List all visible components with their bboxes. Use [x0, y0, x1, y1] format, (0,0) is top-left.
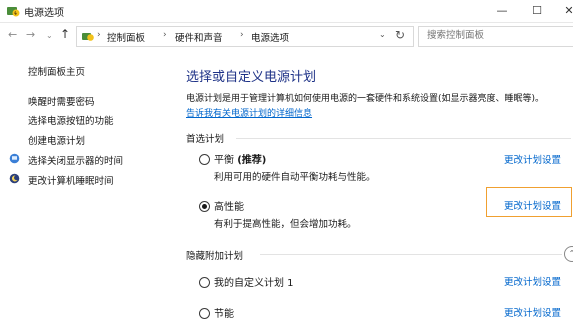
learn-more-link[interactable]: 告诉我有关电源计划的详细信息: [186, 106, 312, 119]
up-icon[interactable]: ↑: [60, 27, 70, 41]
plan-balanced-description: 利用可用的硬件自动平衡功耗与性能。: [214, 172, 376, 183]
sidebar-item-sleep-time[interactable]: 更改计算机睡眠时间: [28, 173, 114, 187]
breadcrumb-control-panel[interactable]: 控制面板: [107, 30, 145, 44]
refresh-icon[interactable]: ↻: [395, 28, 405, 42]
title-bar: 电源选项 — ☐ ✕: [0, 0, 573, 23]
breadcrumb-separator: ›: [163, 30, 167, 40]
maximize-button[interactable]: ☐: [520, 0, 554, 22]
breadcrumb-separator: ›: [240, 30, 244, 40]
plan-balanced-radio[interactable]: [199, 154, 210, 165]
plan-power-saver-name: 节能: [214, 309, 234, 320]
page-description: 电源计划是用于管理计算机如何使用电源的一套硬件和系统设置(如显示器亮度、睡眠等)…: [186, 94, 545, 104]
divider: [260, 254, 562, 255]
breadcrumb-power-options[interactable]: 电源选项: [251, 30, 289, 44]
close-button[interactable]: ✕: [552, 0, 573, 22]
sidebar-item-create-plan[interactable]: 创建电源计划: [28, 133, 85, 147]
plan-high-performance-settings-link[interactable]: 更改计划设置: [504, 198, 561, 212]
main-content: 选择或自定义电源计划 电源计划是用于管理计算机如何使用电源的一套硬件和系统设置(…: [170, 50, 573, 320]
plan-custom-radio[interactable]: [199, 277, 210, 288]
breadcrumb-separator: ›: [97, 30, 101, 40]
preferred-plans-label: 首选计划: [186, 134, 225, 145]
plan-custom-name: 我的自定义计划 1: [214, 278, 294, 289]
plan-custom-settings-link[interactable]: 更改计划设置: [504, 274, 561, 288]
power-options-icon: [7, 7, 20, 17]
sidebar-item-display-off[interactable]: 选择关闭显示器的时间: [28, 153, 123, 167]
page-title: 选择或自定义电源计划: [186, 70, 317, 85]
plan-balanced-name: 平衡 (推荐): [214, 155, 267, 166]
plan-high-performance-radio[interactable]: [199, 201, 210, 212]
plan-power-saver-radio[interactable]: [199, 308, 210, 319]
plan-high-performance-description: 有利于提高性能，但会增加功耗。: [214, 219, 357, 230]
divider: [236, 138, 571, 139]
hidden-plans-label: 隐藏附加计划: [186, 251, 244, 262]
sleep-icon: [9, 173, 20, 184]
breadcrumb-hardware-sound[interactable]: 硬件和声音: [175, 30, 223, 44]
address-dropdown-icon[interactable]: ⌄: [379, 30, 386, 39]
expand-icon[interactable]: ⌃: [564, 246, 573, 262]
forward-icon[interactable]: →: [26, 28, 35, 41]
search-box[interactable]: [418, 26, 573, 47]
display-off-icon: [9, 153, 20, 164]
address-bar[interactable]: › 控制面板 › 硬件和声音 › 电源选项 ⌄ ↻: [76, 26, 414, 47]
window-title: 电源选项: [24, 8, 64, 19]
plan-balanced-settings-link[interactable]: 更改计划设置: [504, 152, 561, 166]
plan-high-performance-name: 高性能: [214, 202, 244, 213]
minimize-button[interactable]: —: [485, 0, 519, 22]
recent-locations-icon[interactable]: ⌄: [46, 31, 53, 40]
sidebar: 控制面板主页 唤醒时需要密码 选择电源按钮的功能 创建电源计划 选择关闭显示器的…: [0, 50, 170, 320]
back-icon[interactable]: ←: [8, 28, 17, 41]
control-panel-icon: [82, 33, 94, 41]
sidebar-item-wake-password[interactable]: 唤醒时需要密码: [28, 94, 95, 108]
navigation-bar: ← → ⌄ ↑ › 控制面板 › 硬件和声音 › 电源选项 ⌄ ↻: [0, 23, 573, 49]
sidebar-item-power-button[interactable]: 选择电源按钮的功能: [28, 113, 114, 127]
plan-power-saver-settings-link[interactable]: 更改计划设置: [504, 305, 561, 319]
search-input[interactable]: [425, 29, 569, 42]
sidebar-home-link[interactable]: 控制面板主页: [28, 64, 85, 78]
